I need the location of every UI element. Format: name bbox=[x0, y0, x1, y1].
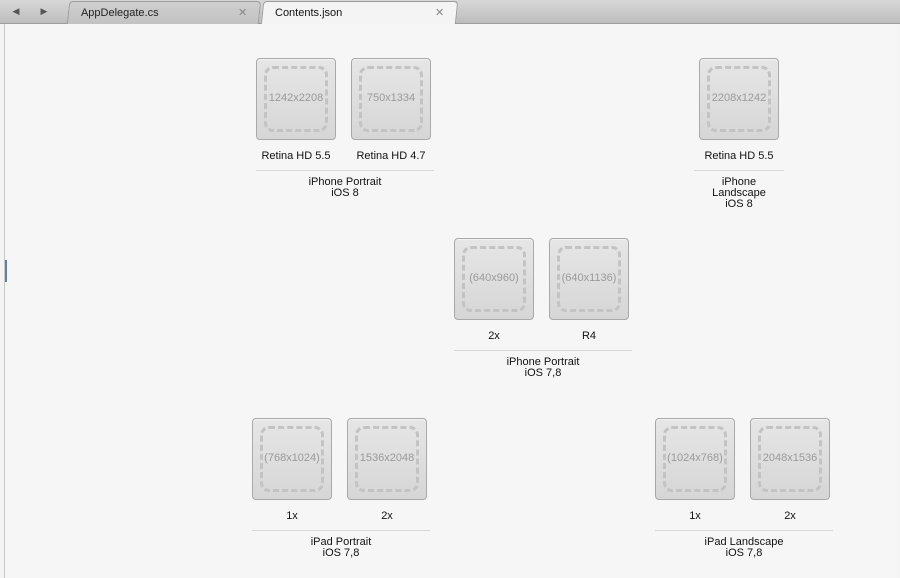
slot-label: 2x bbox=[488, 330, 500, 342]
slot-label: Retina HD 5.5 bbox=[704, 150, 774, 162]
slot-size: 2048x1536 bbox=[762, 452, 818, 464]
group-iphone-portrait-ios8: 1242x2208 750x1334 Retina HD 5.5 Retina … bbox=[256, 58, 434, 199]
slot-label: 2x bbox=[784, 510, 796, 522]
forward-arrow-icon[interactable]: ▶ bbox=[36, 3, 52, 19]
tab-bar: ◀ ▶ AppDelegate.cs ✕ Contents.json ✕ bbox=[0, 0, 900, 25]
slot-label: 2x bbox=[381, 510, 393, 522]
image-slot[interactable]: 1242x2208 bbox=[256, 58, 336, 140]
image-slot[interactable]: (640x1136) bbox=[549, 238, 629, 320]
asset-catalog-editor: 1242x2208 750x1334 Retina HD 5.5 Retina … bbox=[4, 24, 897, 578]
group-subtitle: iOS 8 bbox=[725, 198, 753, 210]
image-slot[interactable]: (768x1024) bbox=[252, 418, 332, 500]
group-iphone-portrait-ios78: (640x960) (640x1136) 2x R4 iPhone Portra… bbox=[454, 238, 632, 379]
slot-label: 1x bbox=[286, 510, 298, 522]
group-ipad-portrait: (768x1024) 1536x2048 1x 2x iPad Portrait… bbox=[252, 418, 430, 559]
close-icon[interactable]: ✕ bbox=[435, 2, 444, 24]
image-slot[interactable]: 2208x1242 bbox=[699, 58, 779, 140]
group-iphone-landscape-ios8: 2208x1242 Retina HD 5.5 iPhone Landscape… bbox=[694, 58, 784, 210]
group-subtitle: iOS 7,8 bbox=[322, 547, 360, 559]
group-title: iPhone Landscape bbox=[712, 176, 766, 199]
slot-label: R4 bbox=[581, 330, 597, 342]
divider bbox=[252, 530, 430, 531]
divider bbox=[256, 170, 434, 171]
slot-size: 1242x2208 bbox=[268, 92, 324, 104]
slot-size: (768x1024) bbox=[264, 452, 320, 464]
tab-contents-json[interactable]: Contents.json ✕ bbox=[260, 1, 459, 25]
splitter-handle[interactable] bbox=[5, 260, 7, 282]
group-subtitle: iOS 7,8 bbox=[524, 367, 562, 379]
tab-label: AppDelegate.cs bbox=[80, 7, 159, 19]
divider bbox=[655, 530, 833, 531]
slot-size: (640x1136) bbox=[561, 272, 617, 284]
slot-size: (640x960) bbox=[469, 272, 519, 284]
slot-size: 1536x2048 bbox=[359, 452, 415, 464]
slot-label: 1x bbox=[689, 510, 701, 522]
group-subtitle: iOS 7,8 bbox=[725, 547, 763, 559]
group-ipad-landscape: (1024x768) 2048x1536 1x 2x iPad Landscap… bbox=[655, 418, 833, 559]
image-slot[interactable]: 2048x1536 bbox=[750, 418, 830, 500]
slot-label: Retina HD 5.5 bbox=[261, 150, 331, 162]
image-slot[interactable]: 750x1334 bbox=[351, 58, 431, 140]
slot-size: 750x1334 bbox=[366, 92, 416, 104]
tab-label: Contents.json bbox=[275, 7, 343, 19]
group-subtitle: iOS 8 bbox=[331, 187, 359, 199]
divider bbox=[694, 170, 784, 171]
image-slot[interactable]: (640x960) bbox=[454, 238, 534, 320]
back-arrow-icon[interactable]: ◀ bbox=[8, 3, 24, 19]
slot-size: 2208x1242 bbox=[711, 92, 767, 104]
slot-size: (1024x768) bbox=[667, 452, 723, 464]
image-slot[interactable]: 1536x2048 bbox=[347, 418, 427, 500]
close-icon[interactable]: ✕ bbox=[238, 2, 247, 24]
image-slot[interactable]: (1024x768) bbox=[655, 418, 735, 500]
divider bbox=[454, 350, 632, 351]
slot-label: Retina HD 4.7 bbox=[356, 150, 426, 162]
tab-appdelegate[interactable]: AppDelegate.cs ✕ bbox=[66, 1, 262, 24]
